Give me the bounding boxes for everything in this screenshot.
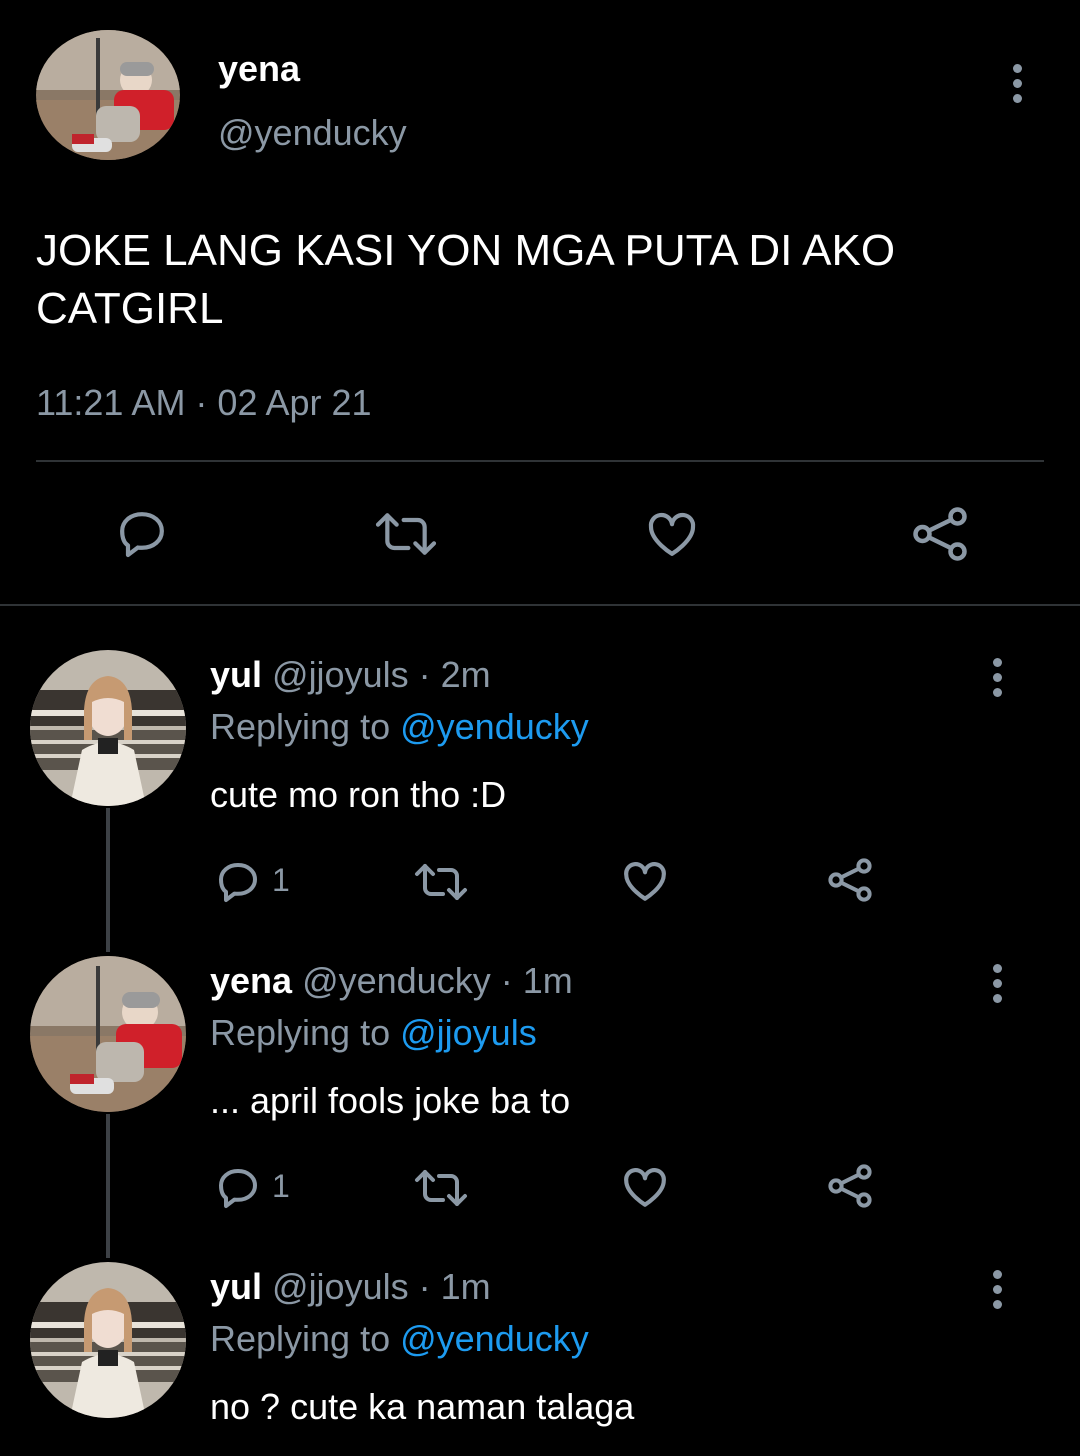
reply-author-name[interactable]: yul	[210, 1266, 262, 1307]
reply-handle-time: @jjoyuls · 1m	[262, 1266, 491, 1307]
replying-to: Replying to @yenducky	[210, 1318, 589, 1359]
reply-icon[interactable]	[214, 858, 262, 911]
reply-avatar[interactable]	[30, 650, 186, 806]
reply-author-name[interactable]: yena	[210, 960, 292, 1001]
divider	[36, 460, 1044, 462]
divider	[0, 604, 1080, 606]
reply-icon[interactable]	[114, 506, 170, 567]
reply-header[interactable]: yul @jjoyuls · 1m	[210, 1266, 491, 1308]
reply-text: cute mo ron tho :D	[210, 774, 507, 815]
reply-author-name[interactable]: yul	[210, 654, 262, 695]
author-name[interactable]: yena	[218, 48, 300, 90]
thread-line	[106, 808, 110, 952]
share-icon[interactable]	[826, 1162, 874, 1215]
more-options-icon[interactable]	[991, 658, 1003, 703]
retweet-icon[interactable]	[412, 1164, 470, 1217]
tweet-timestamp: 11:21 AM · 02 Apr 21	[36, 382, 372, 423]
main-avatar[interactable]	[36, 30, 180, 160]
more-options-icon[interactable]	[1011, 64, 1023, 109]
mention-link[interactable]: @yenducky	[400, 1318, 589, 1359]
share-icon[interactable]	[910, 504, 970, 569]
more-options-icon[interactable]	[991, 964, 1003, 1009]
share-icon[interactable]	[826, 856, 874, 909]
reply-avatar[interactable]	[30, 1262, 186, 1418]
reply-count: 1	[272, 1168, 290, 1204]
like-icon[interactable]	[644, 506, 700, 567]
more-options-icon[interactable]	[991, 1270, 1003, 1315]
reply-text: ... april fools joke ba to	[210, 1080, 571, 1121]
mention-link[interactable]: @yenducky	[400, 706, 589, 747]
replying-to: Replying to @yenducky	[210, 706, 589, 747]
reply-header[interactable]: yul @jjoyuls · 2m	[210, 654, 491, 696]
like-icon[interactable]	[620, 1162, 670, 1217]
thread-line	[106, 1114, 110, 1258]
reply-icon[interactable]	[214, 1164, 262, 1217]
reply-handle-time: @yenducky · 1m	[292, 960, 573, 1001]
tweet-text: JOKE LANG KASI YON MGA PUTA DI AKO CATGI…	[36, 226, 896, 333]
retweet-icon[interactable]	[412, 858, 470, 911]
reply-avatar[interactable]	[30, 956, 186, 1112]
author-handle[interactable]: @yenducky	[218, 112, 407, 154]
retweet-icon[interactable]	[372, 506, 440, 567]
like-icon[interactable]	[620, 856, 670, 911]
replying-to: Replying to @jjoyuls	[210, 1012, 537, 1053]
reply-text: no ? cute ka naman talaga	[210, 1386, 635, 1427]
reply-count: 1	[272, 862, 290, 898]
reply-handle-time: @jjoyuls · 2m	[262, 654, 491, 695]
mention-link[interactable]: @jjoyuls	[400, 1012, 537, 1053]
reply-header[interactable]: yena @yenducky · 1m	[210, 960, 573, 1002]
